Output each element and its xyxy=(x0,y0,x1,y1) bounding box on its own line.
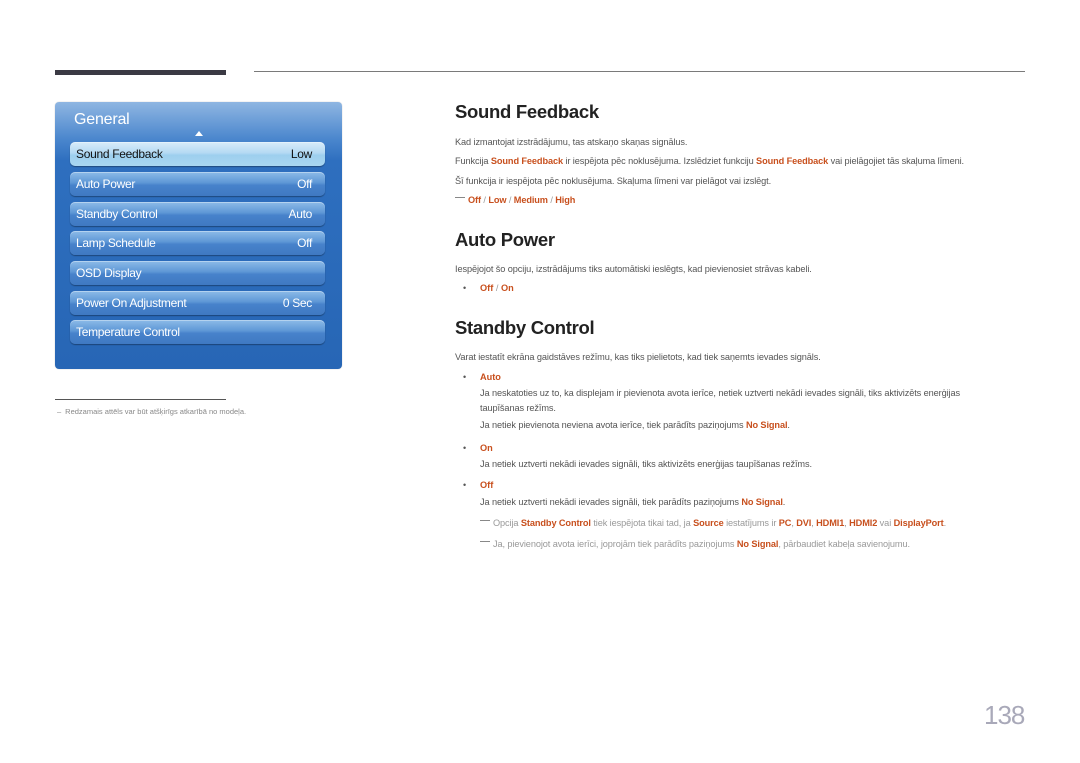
osd-item-lamp-schedule[interactable]: Lamp Schedule Off xyxy=(70,231,325,255)
note-dash-icon xyxy=(480,541,490,542)
footnote-dash: – xyxy=(57,407,62,416)
sound-feedback-options: Off / Low / Medium / High xyxy=(455,195,575,205)
standby-note-1: Opcija Standby Control tiek iespējota ti… xyxy=(480,518,946,528)
text: tiek iespējota tikai tad, ja xyxy=(590,518,694,528)
osd-item-sound-feedback[interactable]: Sound Feedback Low xyxy=(70,142,325,166)
footnote-text: Redzamais attēls var būt atšķirīgs atkar… xyxy=(65,407,247,416)
text: vai xyxy=(877,518,894,528)
osd-item-power-on-adjustment[interactable]: Power On Adjustment 0 Sec xyxy=(70,291,325,315)
text: , pārbaudiet kabeļa savienojumu. xyxy=(778,539,910,549)
sound-feedback-desc-2: Funkcija Sound Feedback ir iespējota pēc… xyxy=(455,156,964,166)
option-off-label: Off xyxy=(480,480,494,490)
osd-item-value: 0 Sec xyxy=(282,296,312,310)
auto-power-options: Off / On xyxy=(480,283,514,293)
heading-sound-feedback: Sound Feedback xyxy=(455,101,599,122)
term-no-signal: No Signal xyxy=(741,497,783,507)
heading-standby-control: Standby Control xyxy=(455,317,595,338)
text: . xyxy=(787,420,790,430)
term-sound-feedback: Sound Feedback xyxy=(490,156,563,166)
term-sound-feedback: Sound Feedback xyxy=(756,156,829,166)
auto-desc-3: Ja netiek pievienota neviena avota ierīc… xyxy=(480,420,790,430)
text: iestatījums ir xyxy=(723,518,779,528)
bullet-icon: • xyxy=(463,372,467,382)
term-standby-control: Standby Control xyxy=(520,518,591,528)
term-dvi: DVI xyxy=(796,518,812,528)
osd-item-label: Temperature Control xyxy=(76,325,180,339)
term-hdmi1: HDMI1 xyxy=(816,518,845,528)
osd-item-label: OSD Display xyxy=(76,266,142,280)
term-no-signal: No Signal xyxy=(736,539,779,549)
bullet-icon: • xyxy=(463,443,467,453)
osd-item-label: Sound Feedback xyxy=(76,147,163,161)
option-auto-label: Auto xyxy=(480,372,501,382)
note-dash-icon xyxy=(480,520,490,521)
auto-desc-2: taupīšanas režīms. xyxy=(480,403,556,413)
osd-item-label: Power On Adjustment xyxy=(76,296,187,310)
text: Ja netiek pievienota neviena avota ierīc… xyxy=(480,420,746,430)
option-on-label: On xyxy=(480,443,493,453)
header-rule xyxy=(254,71,1025,72)
off-desc: Ja netiek uztverti nekādi ievades signāl… xyxy=(480,497,785,507)
osd-item-label: Standby Control xyxy=(76,207,158,221)
osd-item-osd-display[interactable]: OSD Display xyxy=(70,261,325,285)
sound-feedback-desc: Kad izmantojat izstrādājumu, tas atskaņo… xyxy=(455,137,688,147)
osd-item-label: Auto Power xyxy=(76,177,136,191)
osd-item-standby-control[interactable]: Standby Control Auto xyxy=(70,202,325,226)
osd-item-label: Lamp Schedule xyxy=(76,236,156,250)
page-number: 138 xyxy=(984,700,1025,730)
text: Ja netiek uztverti nekādi ievades signāl… xyxy=(480,497,742,507)
option-high: High xyxy=(555,195,576,205)
osd-menu-title: General xyxy=(74,111,130,128)
osd-item-temperature-control[interactable]: Temperature Control xyxy=(70,320,325,344)
term-pc: PC xyxy=(778,518,792,528)
osd-item-value: Off xyxy=(297,177,312,191)
osd-item-auto-power[interactable]: Auto Power Off xyxy=(70,172,325,196)
bullet-icon: • xyxy=(463,480,467,490)
footnote-rule xyxy=(55,399,226,400)
osd-item-value: Auto xyxy=(288,207,313,221)
text: ir iespējota pēc noklusējuma. Izslēdziet… xyxy=(563,156,757,166)
term-no-signal: No Signal xyxy=(745,420,788,430)
term-hdmi2: HDMI2 xyxy=(849,518,878,528)
auto-desc-1: Ja neskatoties uz to, ka displejam ir pi… xyxy=(480,388,961,398)
term-source: Source xyxy=(693,518,724,528)
header-bar-accent xyxy=(55,70,226,75)
separator: / xyxy=(506,195,514,205)
standby-note-2: Ja, pievienojot avota ierīci, joprojām t… xyxy=(480,539,910,549)
sound-feedback-desc-3: Šī funkcija ir iespējota pēc noklusējuma… xyxy=(455,176,772,186)
text: Funkcija xyxy=(455,156,491,166)
osd-menu-panel: General Sound Feedback Low Auto Power Of… xyxy=(55,102,342,369)
osd-item-value: Off xyxy=(297,236,312,250)
text: Ja, pievienojot avota ierīci, joprojām t… xyxy=(493,539,737,549)
text: . xyxy=(943,518,947,528)
osd-item-value: Low xyxy=(290,147,312,161)
scroll-up-arrow-icon xyxy=(195,131,203,136)
separator: / xyxy=(493,283,501,293)
option-medium: Medium xyxy=(513,195,548,205)
option-low: Low xyxy=(488,195,507,205)
term-displayport: DisplayPort xyxy=(893,518,944,528)
text: . xyxy=(782,497,786,507)
bullet-icon: • xyxy=(463,283,467,293)
option-on: On xyxy=(500,283,514,293)
heading-auto-power: Auto Power xyxy=(455,229,555,250)
option-off: Off xyxy=(480,283,494,293)
text: Opcija xyxy=(493,518,521,528)
text: vai pielāgojiet tās skaļuma līmeni. xyxy=(828,156,964,166)
auto-power-desc: Iespējojot šo opciju, izstrādājums tiks … xyxy=(455,264,812,274)
image-footnote: – Redzamais attēls var būt atšķirīgs atka… xyxy=(57,407,246,416)
standby-control-desc: Varat iestatīt ekrāna gaidstāves režīmu,… xyxy=(455,352,821,362)
option-off: Off xyxy=(468,195,481,205)
on-desc: Ja netiek uztverti nekādi ievades signāl… xyxy=(480,459,812,469)
note-dash-icon xyxy=(455,197,465,198)
